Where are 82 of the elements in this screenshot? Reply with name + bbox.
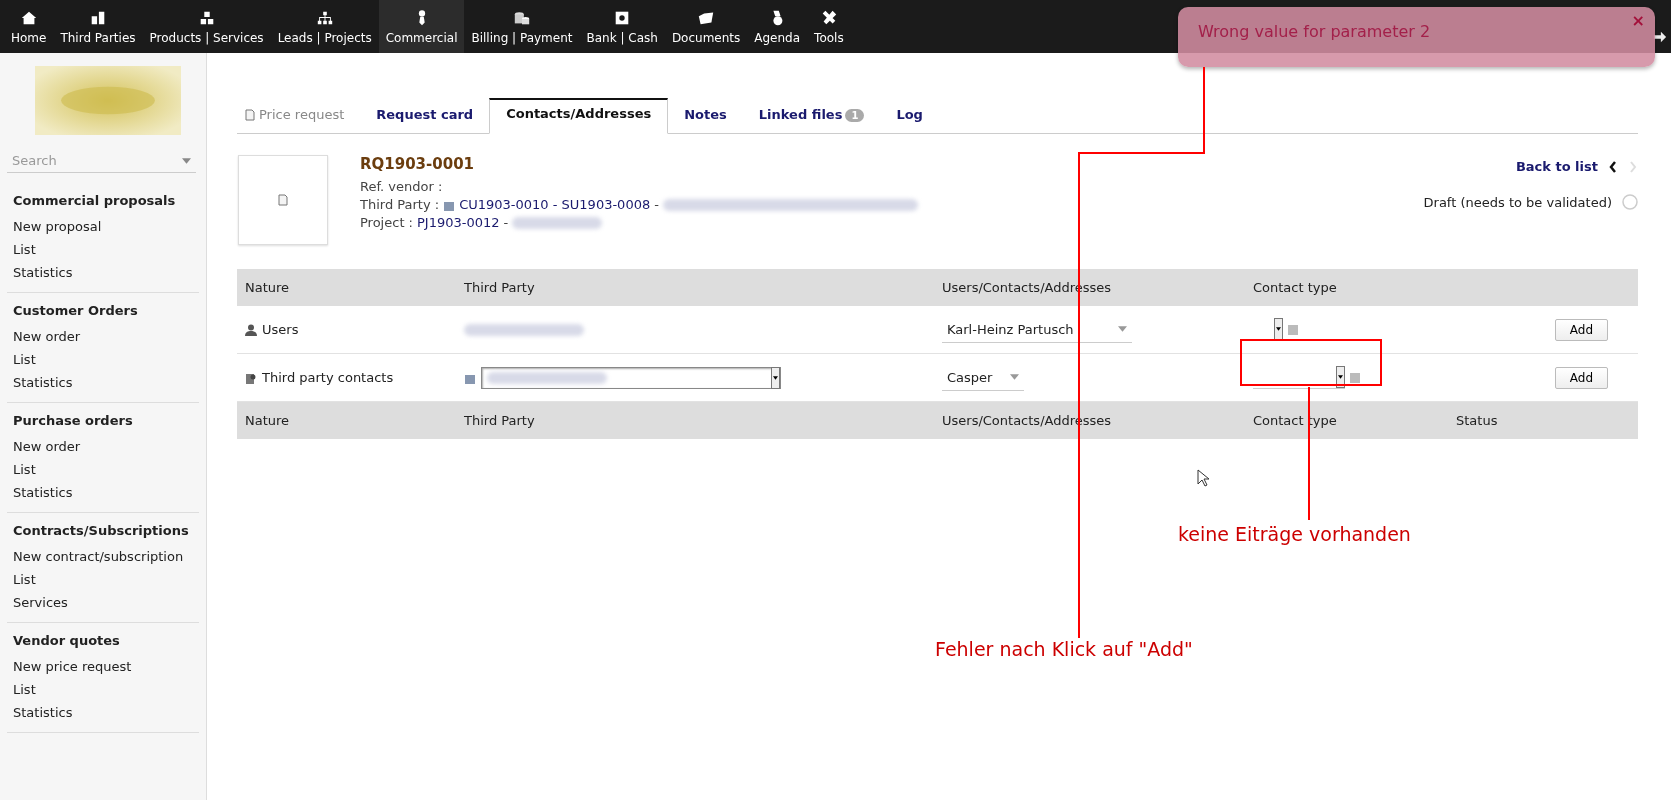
menu-item[interactable]: Leads | Projects (270, 0, 379, 53)
caret-icon (182, 157, 191, 164)
status-circle-icon (1622, 194, 1638, 210)
help-icon (1350, 372, 1360, 383)
tab[interactable]: Request card (360, 97, 490, 133)
sidebar-item[interactable]: Statistics (7, 372, 199, 395)
menu-item[interactable]: Bank | Cash (579, 0, 665, 53)
sidebar-item[interactable]: New order (7, 436, 199, 459)
sidebar-item[interactable]: List (7, 459, 199, 482)
menu-item[interactable]: Billing | Payment (464, 0, 580, 53)
menu-item[interactable]: Commercial (378, 0, 465, 53)
help-icon (1288, 324, 1298, 335)
menu-item[interactable]: Tools (807, 0, 851, 53)
menu-item[interactable]: Third Parties (53, 0, 143, 53)
project-link[interactable]: PJ1903-0012 (417, 215, 500, 230)
back-to-list-link[interactable]: Back to list (1515, 159, 1598, 174)
menu-item[interactable]: Documents (664, 0, 748, 53)
status-text: Draft (needs to be validated) (1423, 194, 1612, 210)
table-cell: Third party contacts (262, 370, 394, 385)
contacts-icon (245, 371, 257, 384)
sidebar-item[interactable]: New price request (7, 656, 199, 679)
logout-icon[interactable] (1653, 30, 1667, 44)
caret-icon (1276, 327, 1281, 331)
annotation-text: Fehler nach Klick auf "Add" (935, 638, 1193, 660)
section-title[interactable]: Vendor quotes (7, 627, 199, 656)
column-header: Third Party (463, 413, 536, 428)
sidebar-item[interactable]: New contract/subscription (7, 546, 199, 569)
add-button[interactable]: Add (1554, 366, 1608, 389)
sidebar-item[interactable]: List (7, 239, 199, 262)
separator: - (503, 215, 509, 230)
third-party-label: Third Party : (360, 197, 440, 212)
sidebar-item[interactable]: Services (7, 592, 199, 615)
menu-item[interactable]: Products | Services (142, 0, 271, 53)
caret-icon (1338, 375, 1343, 379)
column-header: Contact type (1252, 280, 1338, 295)
search-field[interactable]: Search (7, 153, 196, 173)
sidebar-item[interactable]: New proposal (7, 216, 199, 239)
record-reference: RQ1903-0001 (360, 155, 476, 173)
column-header: Nature (244, 413, 291, 428)
caret-icon (1118, 326, 1127, 332)
document-icon (245, 108, 255, 121)
sidebar-item[interactable]: Statistics (7, 702, 199, 725)
sidebar-item[interactable]: Statistics (7, 262, 199, 285)
column-header: Status (1455, 413, 1499, 428)
add-button[interactable]: Add (1554, 318, 1608, 341)
section-title[interactable]: Contracts/Subscriptions (7, 517, 199, 546)
separator: - (654, 197, 659, 212)
next-icon (1628, 159, 1638, 174)
search-input[interactable]: Search (12, 153, 182, 168)
third-party-link[interactable]: CU1903-0010 - SU1903-0008 (459, 197, 651, 212)
menu-item[interactable]: Agenda (747, 0, 808, 53)
contact-select[interactable]: Casper (942, 364, 1025, 391)
column-header: Third Party (463, 280, 536, 295)
sidebar-item[interactable]: New order (7, 326, 199, 349)
ref-vendor-label: Ref. vendor : (360, 179, 444, 194)
user-icon (245, 323, 257, 336)
tab[interactable]: Linked files 1 (742, 97, 881, 133)
tab[interactable]: Log (880, 97, 939, 133)
sidebar-item[interactable]: List (7, 569, 199, 592)
column-header: Nature (244, 280, 291, 295)
sidebar-item[interactable]: List (7, 349, 199, 372)
mouse-pointer-icon (1197, 469, 1209, 487)
error-message: Wrong value for parameter 2 (1198, 21, 1431, 41)
tab[interactable]: Notes (668, 97, 743, 133)
project-label: Project : (360, 215, 413, 230)
section-title[interactable]: Purchase orders (7, 407, 199, 436)
page-title: Price request (259, 107, 345, 122)
table-cell: Users (262, 322, 299, 337)
third-party-select[interactable] (481, 366, 781, 389)
tab[interactable]: Contacts/Addresses (489, 98, 669, 134)
section-title[interactable]: Commercial proposals (7, 187, 199, 216)
caret-icon (773, 375, 778, 380)
menu-item[interactable]: Home (4, 0, 54, 53)
previous-icon[interactable] (1608, 159, 1618, 174)
document-icon (278, 194, 288, 206)
caret-icon (1010, 374, 1020, 380)
sidebar-item[interactable]: List (7, 679, 199, 702)
section-title[interactable]: Customer Orders (7, 297, 199, 326)
annotation-text: keine Eiträge vorhanden (1178, 523, 1411, 545)
contact-type-select[interactable] (1253, 366, 1345, 389)
count-badge: 1 (845, 109, 865, 122)
sidebar-item[interactable]: Statistics (7, 482, 199, 505)
